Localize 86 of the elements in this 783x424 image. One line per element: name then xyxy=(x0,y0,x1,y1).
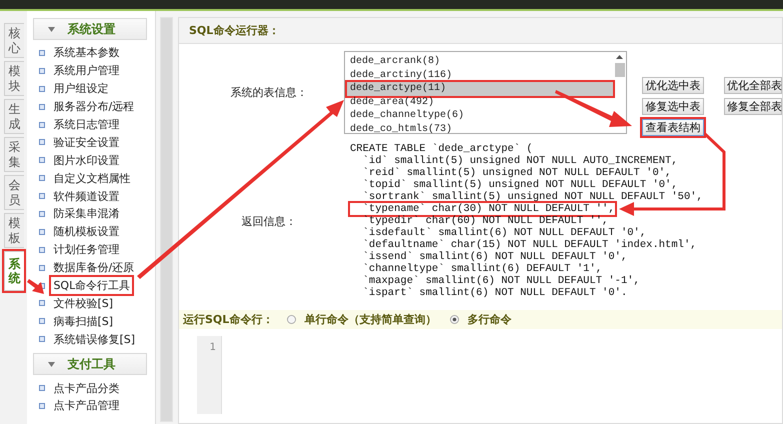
menu-link[interactable]: 服务器分布/远程 xyxy=(51,98,136,116)
bullet-icon xyxy=(39,68,46,74)
table-list[interactable]: dede_arcrank(8) dede_arctiny(116) dede_arctype(11) dede_area(492) dede_channeltype(6) dede_co_htmls(73) xyxy=(344,51,627,134)
menu-link[interactable]: 软件频道设置 xyxy=(51,188,122,205)
menu-link[interactable]: 点卡产品分类 xyxy=(51,380,122,397)
menu-link[interactable]: 计划任务管理 xyxy=(51,241,122,258)
menu-link[interactable]: 系统用户管理 xyxy=(51,62,122,80)
scroll-up-icon xyxy=(616,55,623,59)
list-option[interactable]: dede_arctype(11) xyxy=(347,82,613,96)
code-line: `typedir` char(60) NOT NULL DEFAULT '', xyxy=(362,215,608,227)
menu-link[interactable]: 病毒扫描[S] xyxy=(51,312,116,330)
menu-link[interactable]: 系统基本参数 xyxy=(51,44,122,62)
menu-link[interactable]: SQL命令行工具 xyxy=(51,277,132,294)
bullet-icon xyxy=(39,402,46,409)
list-option[interactable]: dede_area(492) xyxy=(347,96,613,110)
action-button[interactable]: 修复全部表 xyxy=(724,98,782,115)
list-option[interactable]: dede_arctiny(116) xyxy=(347,68,613,82)
code-line: `channeltype` smallint(6) DEFAULT '1', xyxy=(362,263,602,275)
side-tab[interactable]: 核心 xyxy=(4,23,24,58)
menu-link[interactable]: 图片水印设置 xyxy=(51,152,122,169)
menu-link[interactable]: 防采集串混淆 xyxy=(51,205,122,222)
bullet-icon xyxy=(39,336,46,342)
bullet-icon xyxy=(39,228,46,235)
code-line: `ispart` smallint(6) NOT NULL DEFAULT '0'. xyxy=(362,287,628,299)
menu-link[interactable]: 系统日志管理 xyxy=(51,116,122,133)
side-tab[interactable]: 模板 xyxy=(4,213,24,248)
menu-link[interactable]: 验证安全设置 xyxy=(51,134,122,151)
side-tab[interactable]: 生成 xyxy=(4,99,24,134)
bullet-icon xyxy=(39,318,46,324)
code-line: CREATE TABLE `dede_arctype` ( xyxy=(350,143,533,155)
group-header[interactable]: 支付工具 xyxy=(33,353,148,376)
menu-link[interactable]: 自定义文档属性 xyxy=(51,170,132,187)
menu-link[interactable]: 用户组设定 xyxy=(51,80,110,98)
bullet-icon xyxy=(39,122,46,128)
bullet-icon xyxy=(39,246,46,253)
action-button[interactable]: 修复选中表 xyxy=(642,98,704,115)
list-option[interactable]: dede_arcrank(8) xyxy=(347,55,613,69)
radio-icon xyxy=(287,315,296,324)
scroll-thumb[interactable] xyxy=(614,63,624,77)
side-tab[interactable]: 系统 xyxy=(4,251,24,291)
caret-icon xyxy=(48,362,56,367)
menu-link[interactable]: 点卡产品管理 xyxy=(51,397,122,414)
action-button[interactable]: 查看表结构 xyxy=(642,119,704,136)
list-option[interactable]: dede_co_htmls(73) xyxy=(347,122,613,137)
side-tab[interactable]: 会员 xyxy=(4,175,24,210)
line-number: 1 xyxy=(210,341,216,355)
list-option[interactable]: dede_channeltype(6) xyxy=(347,109,613,123)
field-label: 返回信息： xyxy=(242,214,296,228)
bullet-icon xyxy=(39,300,46,306)
bullet-icon xyxy=(39,157,46,164)
menu-link[interactable]: 文件校验[S] xyxy=(51,294,116,312)
code-line: `sortrank` smallint(5) unsigned NOT NULL DEFAULT '50', xyxy=(362,191,703,203)
radio-option[interactable]: 单行命令（支持简单查询） xyxy=(287,312,436,327)
code-line: `issend` smallint(6) NOT NULL DEFAULT '0', xyxy=(362,251,628,263)
bullet-icon xyxy=(39,104,46,110)
action-button[interactable]: 优化全部表 xyxy=(724,77,782,94)
radio-icon xyxy=(450,315,460,324)
code-line: `maxpage` smallint(6) NOT NULL DEFAULT '-1', xyxy=(362,275,640,287)
bullet-icon xyxy=(39,50,46,56)
radio-option[interactable]: 多行命令 xyxy=(450,312,512,327)
arrow xyxy=(27,279,44,294)
bullet-icon xyxy=(39,385,46,392)
bullet-icon xyxy=(39,86,46,92)
code-line: `topid` smallint(5) unsigned NOT NULL DEFAULT '0', xyxy=(362,179,678,191)
code-line: `defaultname` char(15) NOT NULL DEFAULT 'index.html', xyxy=(362,239,697,251)
field-label: 系统的表信息： xyxy=(230,85,308,100)
caret-icon xyxy=(48,26,56,32)
code-line: `typename` char(30) NOT NULL DEFAULT '', xyxy=(350,203,615,215)
side-tab[interactable]: 模块 xyxy=(4,61,24,96)
bullet-icon xyxy=(39,264,46,271)
code-line: `isdefault` smallint(6) NOT NULL DEFAULT '0', xyxy=(362,227,646,239)
scrollbar[interactable] xyxy=(160,17,173,422)
menu-link[interactable]: 数据库备份/还原 xyxy=(51,259,136,276)
group-header[interactable]: 系统设置 xyxy=(33,18,148,40)
menu-link[interactable]: 随机模板设置 xyxy=(51,223,122,240)
code-line: `reid` smallint(5) unsigned NOT NULL DEFAULT '0', xyxy=(362,167,672,179)
panel-title: SQL命令运行器： xyxy=(189,23,280,38)
bullet-icon xyxy=(39,139,46,146)
menu-link[interactable]: 系统错误修复[S] xyxy=(51,330,138,348)
option-label: 运行SQL命令行： xyxy=(183,312,274,327)
action-button[interactable]: 优化选中表 xyxy=(642,77,704,94)
bullet-icon xyxy=(39,210,46,217)
side-tab[interactable]: 采集 xyxy=(4,137,24,172)
bullet-icon xyxy=(39,193,46,200)
code-line: `id` smallint(5) unsigned NOT NULL AUTO_INCREMENT, xyxy=(362,155,678,167)
bullet-icon xyxy=(39,175,46,182)
